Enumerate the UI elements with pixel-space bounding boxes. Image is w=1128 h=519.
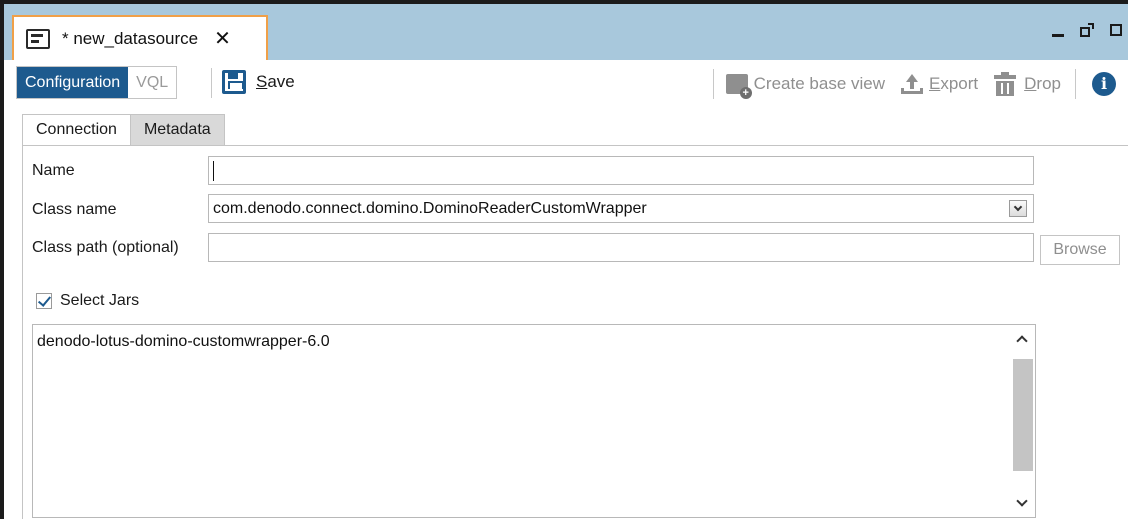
table-add-icon	[725, 74, 752, 99]
floppy-disk-icon	[222, 70, 246, 94]
chevron-down-icon[interactable]	[1016, 495, 1028, 507]
class-name-select[interactable]: com.denodo.connect.domino.DominoReaderCu…	[208, 194, 1034, 223]
chevron-up-icon[interactable]	[1016, 335, 1028, 347]
export-label: Export	[929, 74, 979, 93]
detach-icon[interactable]	[1080, 22, 1094, 37]
configuration-mode-button[interactable]: Configuration	[17, 67, 129, 98]
text-caret	[213, 160, 214, 181]
tab-connection[interactable]: Connection	[22, 114, 131, 146]
dropdown-button[interactable]	[1009, 200, 1027, 217]
section-tabs: Connection Metadata	[22, 114, 225, 146]
jars-list[interactable]: denodo-lotus-domino-customwrapper-6.0	[32, 324, 1036, 518]
maximize-icon[interactable]	[1110, 23, 1122, 36]
toolbar-divider	[1075, 69, 1076, 99]
drop-button[interactable]: Drop	[994, 72, 1061, 96]
minimize-icon[interactable]	[1052, 34, 1064, 37]
panel-border	[22, 145, 23, 519]
tab-metadata[interactable]: Metadata	[129, 114, 225, 146]
select-jars-row: Select Jars	[36, 292, 139, 310]
upload-icon	[901, 74, 923, 94]
select-jars-label: Select Jars	[60, 292, 140, 309]
select-jars-checkbox[interactable]	[36, 293, 52, 309]
class-path-field[interactable]	[208, 233, 1034, 262]
scrollbar-thumb[interactable]	[1013, 359, 1033, 471]
class-name-value: com.denodo.connect.domino.DominoReaderCu…	[213, 199, 647, 217]
window-icon	[26, 28, 50, 49]
create-base-view-label: Create base view	[753, 74, 885, 93]
window-controls	[1052, 22, 1122, 37]
tab-divider	[22, 145, 1128, 146]
info-circle-icon[interactable]: i	[1092, 72, 1116, 96]
chevron-down-icon	[1013, 202, 1023, 211]
name-field[interactable]	[208, 156, 1034, 185]
editor-tab[interactable]: * new_datasource ✕	[12, 15, 268, 60]
class-path-label: Class path (optional)	[32, 239, 179, 256]
browse-button[interactable]: Browse	[1040, 235, 1120, 265]
vertical-scrollbar[interactable]	[1011, 325, 1035, 517]
list-item[interactable]: denodo-lotus-domino-customwrapper-6.0	[37, 333, 330, 351]
toolbar: Configuration VQL Save Create base view …	[4, 60, 1128, 108]
save-button[interactable]: Save	[222, 70, 295, 94]
mode-switch: Configuration VQL	[16, 66, 178, 99]
export-button[interactable]: Export	[901, 74, 978, 94]
vql-mode-button[interactable]: VQL	[128, 67, 177, 98]
toolbar-actions: Create base view Export Drop i	[712, 69, 1116, 99]
name-label: Name	[32, 162, 75, 179]
close-icon[interactable]: ✕	[214, 29, 231, 49]
trash-icon	[994, 72, 1017, 96]
drop-label: Drop	[1024, 74, 1061, 93]
editor-window: * new_datasource ✕ Configuration VQL Sav…	[0, 0, 1128, 519]
title-bar: * new_datasource ✕	[4, 4, 1128, 60]
class-name-label: Class name	[32, 201, 117, 218]
create-base-view-button[interactable]: Create base view	[725, 74, 885, 99]
save-label: Save	[256, 72, 295, 91]
toolbar-divider	[712, 69, 714, 99]
toolbar-divider	[211, 68, 212, 98]
tab-title: * new_datasource	[62, 28, 199, 48]
